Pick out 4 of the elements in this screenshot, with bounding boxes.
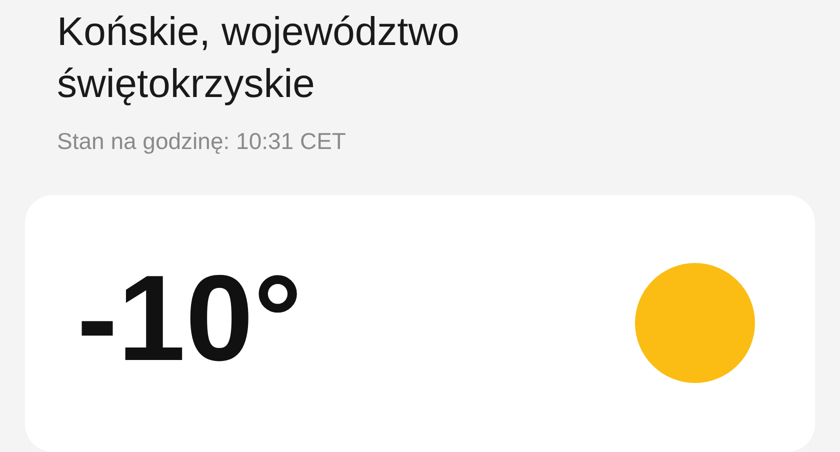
location-title: Końskie, województwo świętokrzyskie <box>57 9 460 108</box>
sun-icon <box>635 262 755 382</box>
temperature: -10° <box>77 256 302 378</box>
update-time: Stan na godzinę: 10:31 CET <box>57 127 347 156</box>
